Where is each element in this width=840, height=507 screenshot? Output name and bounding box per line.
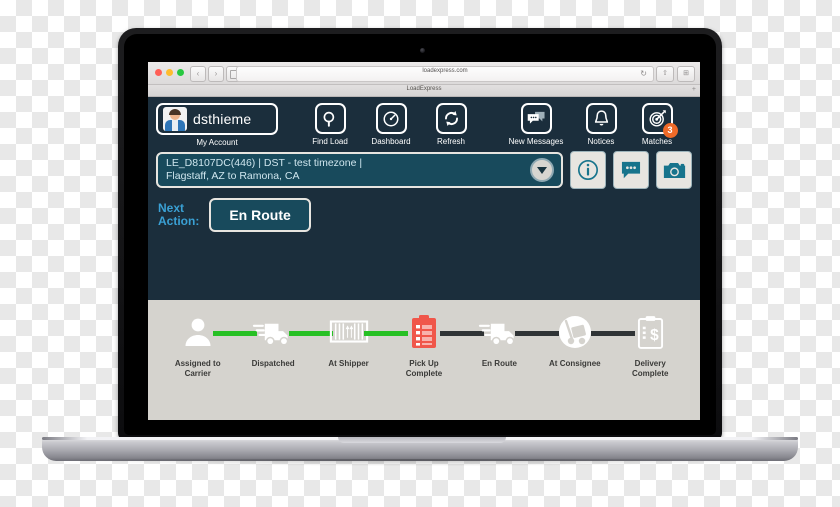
new-tab-button[interactable]: +: [692, 86, 696, 94]
forward-button[interactable]: ›: [208, 66, 224, 82]
reload-icon[interactable]: ↻: [640, 69, 647, 78]
info-button[interactable]: [570, 151, 606, 189]
progress-tracker: Assigned to Carrier Dispatched At Shippe…: [148, 300, 700, 420]
step-at-shipper[interactable]: At Shipper: [311, 310, 409, 369]
step-delivery-complete[interactable]: $ Delivery Complete: [613, 310, 688, 379]
browser-tab-strip[interactable]: LoadExpress +: [148, 85, 700, 97]
gauge-icon: [375, 103, 407, 134]
url-text: loadexpress.com: [422, 68, 468, 74]
address-bar[interactable]: loadexpress.com ↻: [236, 66, 654, 82]
user-avatar: [163, 107, 187, 131]
step-label: Delivery: [634, 359, 666, 368]
step-label-2: Complete: [632, 369, 669, 378]
account-label: My Account: [196, 138, 238, 147]
step-label: Assigned to: [174, 359, 221, 368]
nav-notices[interactable]: Notices: [574, 103, 628, 146]
nav-label: Refresh: [436, 137, 465, 146]
laptop-lid: ‹ › loadexpress.com ↻ ⇧ ⊞ LoadExpress + …: [118, 28, 722, 441]
nav-refresh[interactable]: Refresh: [422, 103, 480, 146]
refresh-icon: [435, 103, 467, 134]
step-dispatched[interactable]: Dispatched: [235, 310, 333, 369]
load-summary-row: LE_D8107DC(446) | DST - test timezone | …: [148, 149, 700, 191]
step-label-2: Complete: [405, 369, 443, 378]
minimize-icon[interactable]: [166, 69, 173, 76]
bell-icon: [585, 103, 617, 134]
svg-text:$: $: [650, 327, 659, 344]
messages-button[interactable]: [613, 151, 649, 189]
camera-icon: [663, 162, 685, 178]
step-label: Dispatched: [251, 359, 295, 368]
account-username: dsthieme: [193, 111, 252, 127]
camera-button[interactable]: [656, 151, 692, 189]
en-route-button[interactable]: En Route: [209, 198, 311, 232]
step-label: At Consignee: [549, 359, 601, 368]
app-header: dsthieme My Account Find Load Dashboard …: [148, 97, 700, 149]
step-pick-up-complete[interactable]: Pick Up Complete: [386, 310, 484, 379]
target-icon: 3: [641, 103, 678, 138]
close-icon[interactable]: [155, 69, 162, 76]
step-at-consignee[interactable]: At Consignee: [537, 310, 635, 369]
step-label: En Route: [481, 359, 517, 368]
back-button[interactable]: ‹: [190, 66, 206, 82]
load-line-2: Flagstaff, AZ to Ramona, CA: [166, 170, 300, 182]
laptop-base-notch: [338, 437, 506, 443]
next-action-label: Next Action:: [158, 201, 200, 228]
step-assigned-to-carrier[interactable]: Assigned to Carrier: [160, 310, 258, 379]
load-line-1: LE_D8107DC(446) | DST - test timezone |: [166, 157, 363, 169]
nav-matches[interactable]: 3 Matches: [628, 103, 686, 146]
nav-dashboard[interactable]: Dashboard: [360, 103, 422, 146]
laptop-shadow: [60, 459, 780, 466]
loadexpress-app: dsthieme My Account Find Load Dashboard …: [148, 97, 700, 420]
invoice-icon: $: [613, 310, 688, 354]
nav-label: Matches: [641, 137, 673, 146]
browser-toolbar: ‹ › loadexpress.com ↻ ⇧ ⊞: [148, 62, 700, 85]
magnifier-icon: [314, 103, 346, 134]
chat-icon: [520, 103, 552, 134]
load-summary-button[interactable]: LE_D8107DC(446) | DST - test timezone | …: [156, 152, 563, 188]
nav-label: Find Load: [312, 137, 348, 146]
nav-new-messages[interactable]: New Messages: [498, 103, 574, 146]
info-icon: [578, 160, 598, 180]
chat-bubble-icon: [621, 161, 641, 178]
step-label-2: Carrier: [184, 369, 211, 378]
chevron-down-icon[interactable]: [530, 158, 554, 182]
webcam-icon: [420, 48, 425, 53]
step-label: Pick Up: [409, 359, 439, 368]
next-action-row: Next Action: En Route: [148, 191, 700, 233]
step-label: At Shipper: [328, 359, 369, 368]
tabs-button[interactable]: ⊞: [677, 66, 695, 82]
laptop-bezel: ‹ › loadexpress.com ↻ ⇧ ⊞ LoadExpress + …: [124, 34, 716, 435]
maximize-icon[interactable]: [177, 69, 184, 76]
account-button[interactable]: dsthieme: [156, 103, 278, 135]
window-controls[interactable]: [155, 69, 184, 76]
tab-title[interactable]: LoadExpress: [148, 86, 700, 92]
step-en-route[interactable]: En Route: [462, 310, 560, 369]
nav-label: New Messages: [508, 137, 564, 146]
laptop-base: [42, 437, 798, 461]
browser-window: ‹ › loadexpress.com ↻ ⇧ ⊞ LoadExpress + …: [148, 62, 700, 420]
matches-badge: 3: [662, 123, 678, 138]
toolbar-right-buttons[interactable]: ⇧ ⊞: [656, 66, 695, 82]
laptop-mockup: ‹ › loadexpress.com ↻ ⇧ ⊞ LoadExpress + …: [0, 0, 840, 507]
share-button[interactable]: ⇧: [656, 66, 674, 82]
nav-find-load[interactable]: Find Load: [300, 103, 360, 146]
nav-label: Notices: [587, 137, 615, 146]
nav-label: Dashboard: [371, 137, 411, 146]
